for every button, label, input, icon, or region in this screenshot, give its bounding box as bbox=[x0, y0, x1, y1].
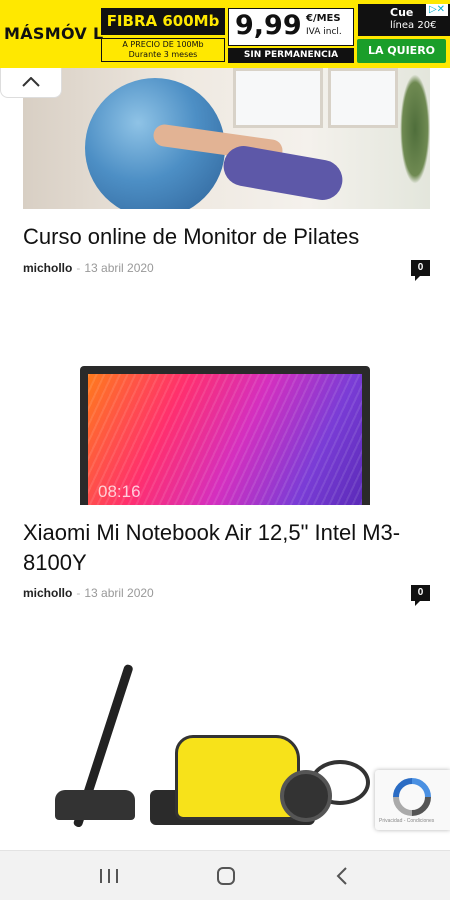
ad-brand: MÁSMÓV L bbox=[4, 24, 104, 43]
ad-side-line1: Cue bbox=[390, 6, 414, 19]
ad-sin-permanencia: SIN PERMANENCIA bbox=[228, 48, 354, 63]
screen-time: 08:16 bbox=[98, 482, 141, 501]
collapse-ad-button[interactable] bbox=[0, 68, 62, 98]
laptop-screen: 08:16 bbox=[88, 374, 362, 505]
recent-apps-icon bbox=[100, 869, 118, 883]
washer-body bbox=[175, 735, 300, 820]
ad-price: 9,99 bbox=[235, 10, 302, 41]
article-thumbnail-notebook[interactable]: 08:16 bbox=[80, 366, 370, 505]
recaptcha-footer[interactable]: Privacidad - Condiciones bbox=[379, 818, 434, 824]
article-thumbnail-pilates[interactable] bbox=[23, 68, 430, 209]
window-bg bbox=[328, 68, 398, 128]
article-author[interactable]: michollo bbox=[23, 586, 72, 600]
ad-promo-line1: A PRECIO DE 100Mb bbox=[122, 40, 204, 49]
ad-price-box: 9,99 €/MES IVA incl. bbox=[228, 8, 354, 46]
pilates-legs bbox=[220, 142, 346, 204]
chevron-up-icon bbox=[22, 77, 40, 87]
article-title[interactable]: Curso online de Monitor de Pilates bbox=[23, 222, 359, 252]
system-nav-bar bbox=[0, 850, 450, 900]
home-button[interactable] bbox=[211, 865, 241, 887]
plant bbox=[400, 74, 430, 184]
article-thumbnail-pressure-washer[interactable] bbox=[55, 655, 395, 830]
ad-cta-button[interactable]: LA QUIERO bbox=[357, 39, 446, 63]
back-icon bbox=[336, 867, 347, 885]
article-date: 13 abril 2020 bbox=[84, 261, 154, 275]
article-author[interactable]: michollo bbox=[23, 261, 72, 275]
ad-promo-line2: Durante 3 meses bbox=[128, 50, 198, 59]
article-date: 13 abril 2020 bbox=[84, 586, 154, 600]
window-bg bbox=[233, 68, 323, 128]
ad-price-unit: €/MES bbox=[306, 13, 341, 24]
ad-banner[interactable]: MÁSMÓV L FIBRA 600Mb A PRECIO DE 100Mb D… bbox=[0, 0, 450, 68]
ad-price-iva: IVA incl. bbox=[306, 27, 342, 37]
comment-count-badge[interactable]: 0 bbox=[411, 585, 430, 606]
meta-separator: - bbox=[76, 586, 81, 600]
recent-apps-button[interactable] bbox=[94, 865, 124, 887]
ad-side-line2: línea 20€ bbox=[390, 20, 437, 31]
article-meta: michollo -13 abril 2020 bbox=[23, 586, 154, 600]
comment-count-badge[interactable]: 0 bbox=[411, 260, 430, 281]
washer-wheel bbox=[280, 770, 332, 822]
washer-nozzle bbox=[55, 790, 135, 820]
meta-separator: - bbox=[76, 261, 81, 275]
article-meta: michollo -13 abril 2020 bbox=[23, 261, 154, 275]
recaptcha-icon bbox=[393, 778, 431, 816]
adchoices-icon[interactable]: ▷✕ bbox=[426, 4, 448, 16]
recaptcha-badge[interactable]: Privacidad - Condiciones bbox=[375, 770, 450, 830]
ad-promo-text: A PRECIO DE 100Mb Durante 3 meses bbox=[101, 38, 225, 62]
back-button[interactable] bbox=[327, 865, 357, 887]
home-icon bbox=[217, 867, 235, 885]
ad-fibra-label: FIBRA 600Mb bbox=[101, 8, 225, 35]
article-title[interactable]: Xiaomi Mi Notebook Air 12,5" Intel M3-81… bbox=[23, 518, 423, 578]
